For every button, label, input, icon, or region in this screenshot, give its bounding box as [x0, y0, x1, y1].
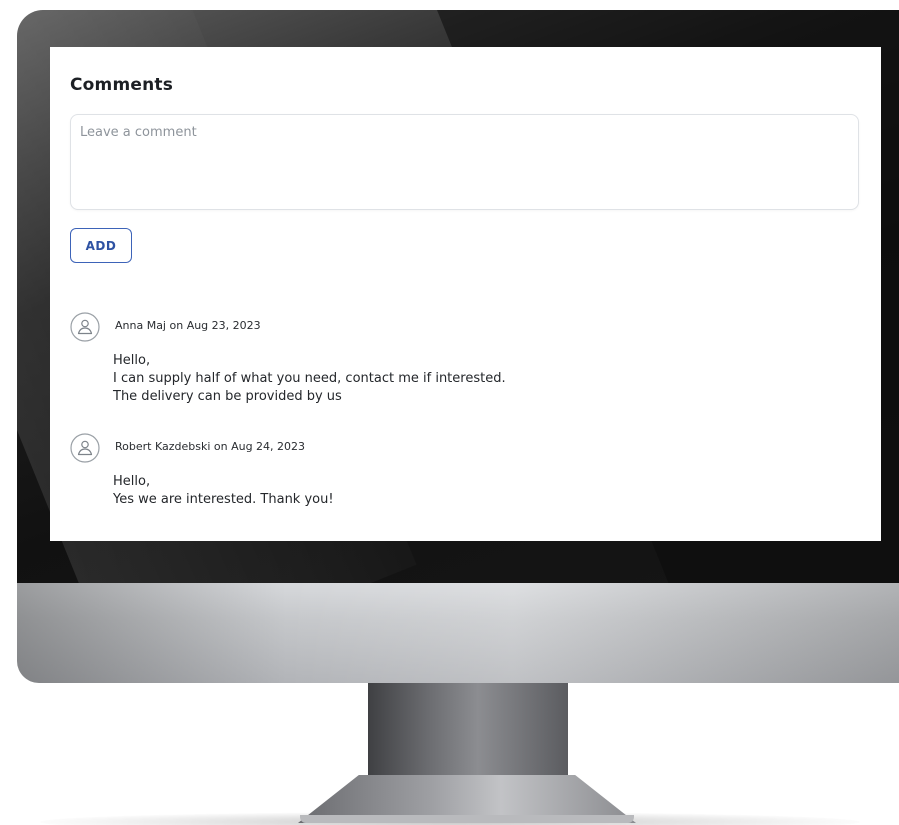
comment-meta: Robert Kazdebski on Aug 24, 2023	[115, 440, 306, 453]
comment-body: Hello, I can supply half of what you nee…	[113, 352, 506, 406]
comments-title: Comments	[70, 75, 174, 95]
comment-line: Hello,	[113, 474, 151, 489]
user-icon	[70, 312, 100, 342]
comment-line: Hello,	[113, 353, 151, 368]
add-comment-button[interactable]: ADD	[70, 228, 132, 263]
monitor-mockup: Comments ADD Anna Maj on Aug 23, 2023 He…	[0, 0, 899, 825]
user-icon	[70, 433, 100, 463]
monitor-chin	[17, 583, 899, 683]
comment-line: I can supply half of what you need, cont…	[113, 371, 506, 386]
screen: Comments ADD Anna Maj on Aug 23, 2023 He…	[50, 47, 881, 541]
monitor-stand-neck	[368, 683, 568, 778]
comment-line: The delivery can be provided by us	[113, 389, 342, 404]
comment-meta: Anna Maj on Aug 23, 2023	[115, 319, 261, 332]
monitor-stand-edge	[300, 815, 634, 823]
comment-line: Yes we are interested. Thank you!	[113, 492, 334, 507]
chin-shading	[17, 583, 899, 683]
comment-body: Hello, Yes we are interested. Thank you!	[113, 473, 334, 509]
comment-input[interactable]	[70, 114, 859, 210]
